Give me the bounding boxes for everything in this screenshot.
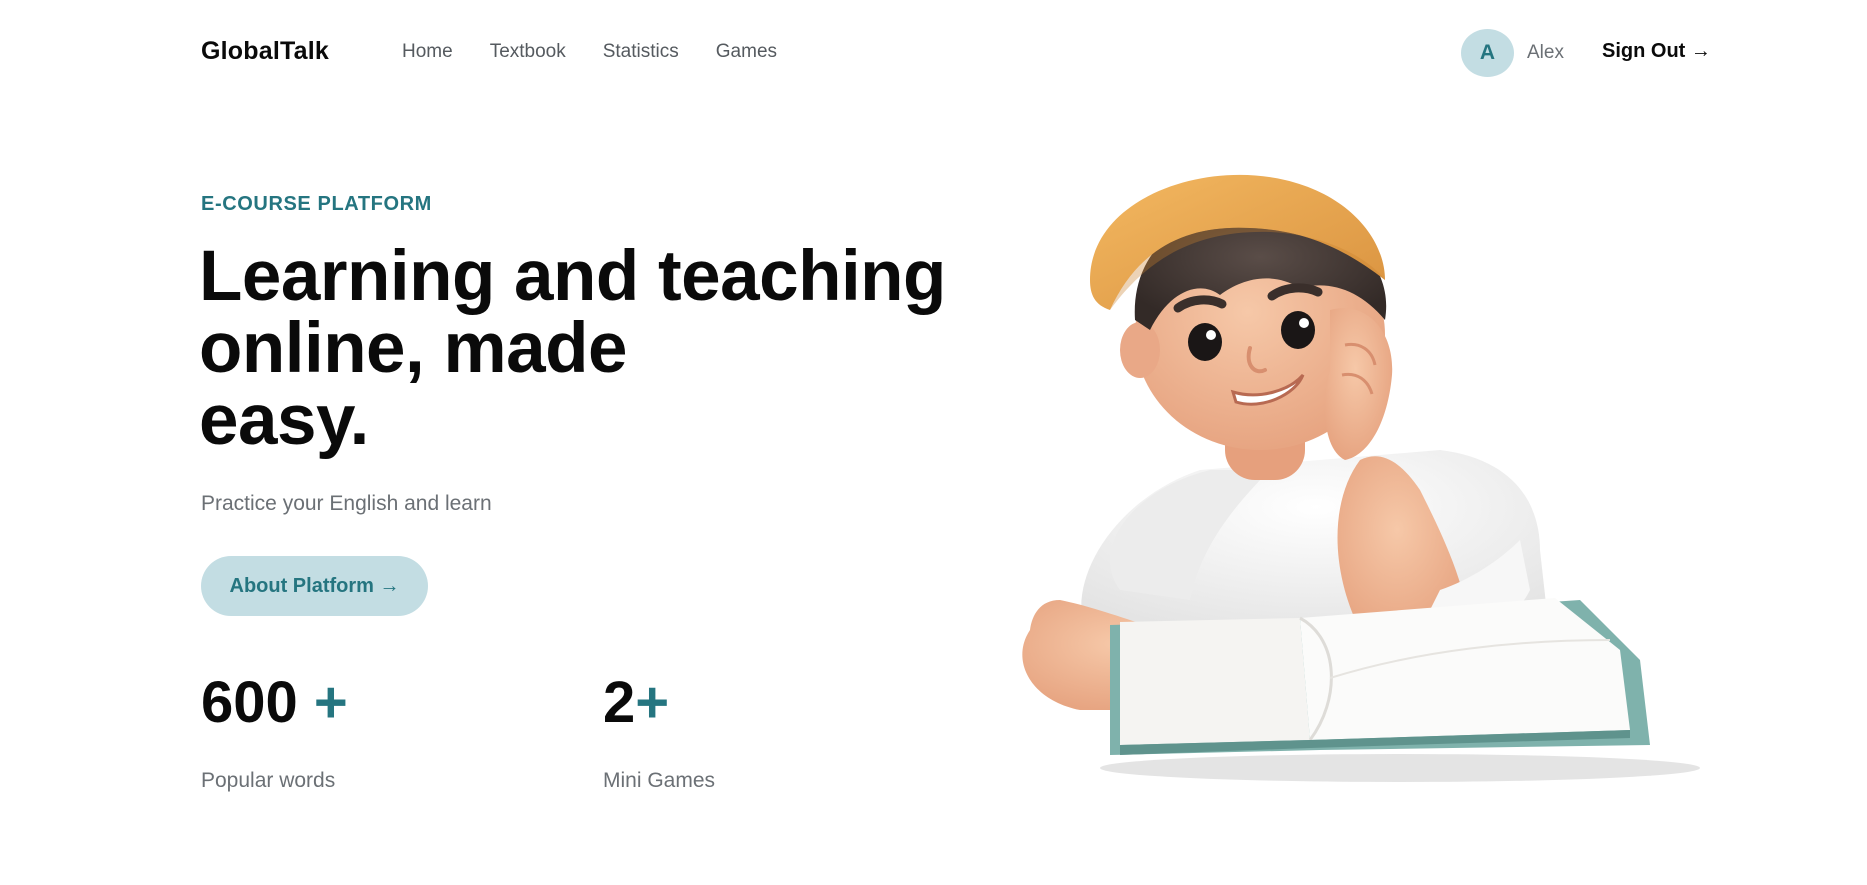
- user-name: Alex: [1527, 42, 1564, 63]
- headline-line: online, made: [199, 309, 627, 388]
- stat-mini-games: 2+ Mini Games: [603, 671, 715, 793]
- site-header: GlobalTalk Home Textbook Statistics Game…: [0, 0, 1867, 106]
- about-platform-button[interactable]: About Platform →: [201, 556, 428, 616]
- logo[interactable]: GlobalTalk: [201, 37, 329, 66]
- hero-subtitle: Practice your English and learn: [201, 492, 492, 515]
- boy-reading-book-illustration: [1000, 170, 1720, 810]
- stat-plus: +: [297, 670, 348, 735]
- headline-line: easy.: [199, 381, 369, 460]
- sign-out-button[interactable]: Sign Out →: [1602, 40, 1711, 63]
- stat-number: 600: [201, 670, 298, 735]
- stat-value: 2+: [603, 671, 669, 735]
- user-menu[interactable]: A Alex: [1461, 29, 1564, 77]
- main-nav: Home Textbook Statistics Games: [402, 41, 814, 63]
- nav-games[interactable]: Games: [716, 41, 777, 63]
- avatar[interactable]: A: [1461, 29, 1514, 77]
- stat-popular-words: 600 + Popular words: [201, 671, 348, 793]
- hero-eyebrow: E-COURSE PLATFORM: [201, 193, 432, 215]
- stat-plus: +: [635, 670, 670, 735]
- stat-label: Popular words: [201, 769, 336, 792]
- stat-label: Mini Games: [603, 769, 716, 792]
- stat-value: 600 +: [201, 671, 348, 735]
- hero-headline: Learning and teaching online, made easy.: [199, 241, 979, 457]
- nav-statistics[interactable]: Statistics: [603, 41, 679, 63]
- nav-home[interactable]: Home: [402, 41, 453, 63]
- stat-number: 2: [603, 670, 636, 735]
- nav-textbook[interactable]: Textbook: [490, 41, 566, 63]
- headline-line: Learning and teaching: [199, 237, 946, 316]
